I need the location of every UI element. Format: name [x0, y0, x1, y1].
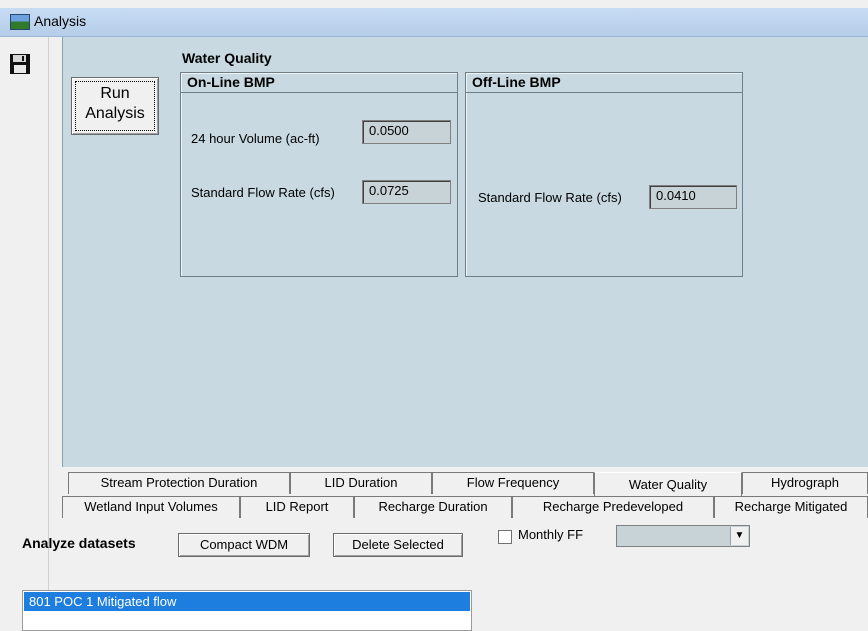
offline-flow-field[interactable]: 0.0410 — [649, 185, 737, 209]
tab-recharge-mitigated[interactable]: Recharge Mitigated — [714, 496, 868, 518]
monthly-ff-checkbox[interactable] — [498, 530, 512, 544]
focus-rect — [75, 81, 155, 131]
analyze-datasets-label: Analyze datasets — [22, 535, 136, 551]
compact-wdm-button[interactable]: Compact WDM — [178, 533, 310, 557]
dataset-list[interactable]: 801 POC 1 Mitigated flow — [22, 590, 472, 631]
tab-lid-duration[interactable]: LID Duration — [290, 472, 432, 494]
app-window-icon — [10, 14, 30, 30]
tab-lid-report[interactable]: LID Report — [240, 496, 354, 518]
water-quality-title: Water Quality — [182, 50, 272, 66]
floppy-disk-icon[interactable] — [9, 53, 31, 75]
tab-flow-frequency[interactable]: Flow Frequency — [432, 472, 594, 494]
tab-water-quality[interactable]: Water Quality — [594, 472, 742, 496]
offline-bmp-title: Off-Line BMP — [466, 73, 742, 93]
run-analysis-button[interactable]: Run Analysis — [71, 77, 159, 135]
volume-label: 24 hour Volume (ac-ft) — [191, 131, 320, 146]
list-item[interactable]: 801 POC 1 Mitigated flow — [24, 592, 470, 611]
title-bar: Analysis — [0, 8, 868, 37]
delete-selected-button[interactable]: Delete Selected — [333, 533, 463, 557]
monthly-ff-label: Monthly FF — [518, 527, 584, 542]
online-bmp-title: On-Line BMP — [181, 73, 457, 93]
tab-hydrograph[interactable]: Hydrograph — [742, 472, 868, 494]
offline-bmp-group: Off-Line BMP Standard Flow Rate (cfs) 0.… — [465, 72, 743, 277]
window-title: Analysis — [34, 13, 87, 29]
online-flow-label: Standard Flow Rate (cfs) — [191, 185, 335, 200]
dataset-select[interactable]: ▼ — [616, 525, 750, 547]
online-bmp-group: On-Line BMP 24 hour Volume (ac-ft) 0.050… — [180, 72, 458, 277]
tab-wetland-input-volumes[interactable]: Wetland Input Volumes — [62, 496, 240, 518]
tab-recharge-duration[interactable]: Recharge Duration — [354, 496, 512, 518]
volume-field[interactable]: 0.0500 — [362, 120, 451, 144]
online-flow-field[interactable]: 0.0725 — [362, 180, 451, 204]
offline-flow-label: Standard Flow Rate (cfs) — [478, 190, 622, 205]
chevron-down-icon[interactable]: ▼ — [730, 527, 748, 545]
tab-stream-protection-duration[interactable]: Stream Protection Duration — [68, 472, 290, 494]
tab-recharge-predeveloped[interactable]: Recharge Predeveloped — [512, 496, 714, 518]
